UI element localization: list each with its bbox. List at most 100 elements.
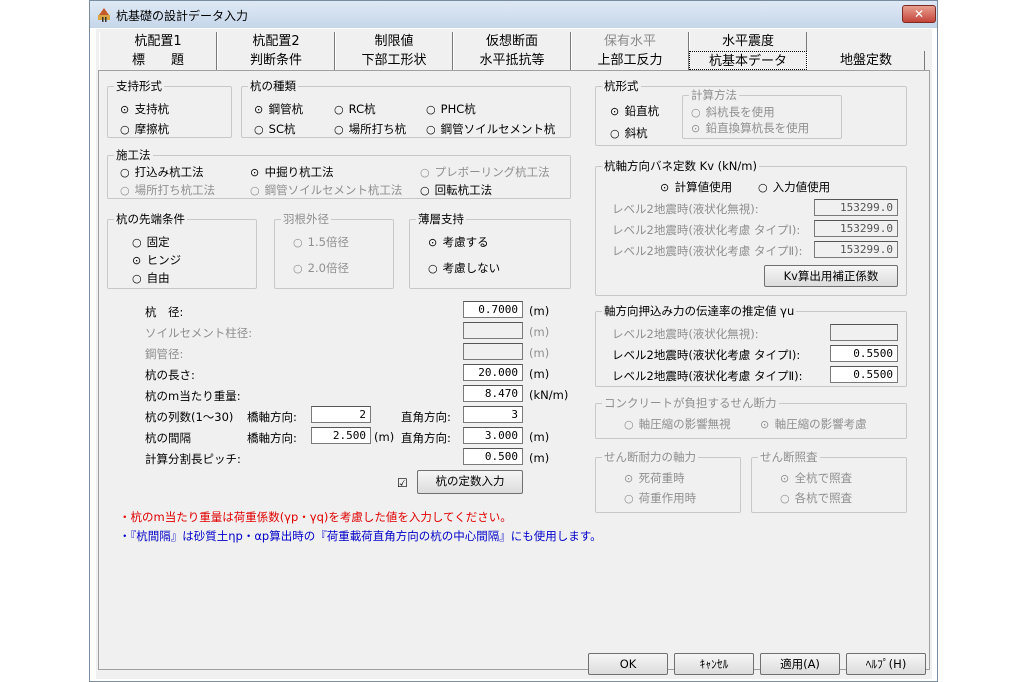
calc-method-group: 計算方法 ○ 斜杭長を使用 ⊙ 鉛直換算杭長を使用 [682,87,842,139]
calc-inclined-length[interactable]: ○ 斜杭長を使用 [691,104,775,120]
tab-virtual-section[interactable]: 仮想断面 [453,32,571,51]
spacing-bridge-label: 橋軸方向: [247,431,297,445]
check-legend: せん断照査 [758,449,820,465]
pile-constant-input-button[interactable]: 杭の定数入力 [417,470,523,494]
wing-1-5x[interactable]: ○ 1.5倍径 [293,234,349,250]
tip-hinge[interactable]: ⊙ ヒンジ [132,252,181,268]
length-input[interactable]: 20.000 [463,364,523,381]
axial-legend: せん断耐力の軸力 [602,449,698,465]
method-rotary[interactable]: ○ 回転杭工法 [420,182,492,198]
tab-limits[interactable]: 制限値 [335,32,453,51]
pitch-unit: (m) [529,451,550,465]
support-option-friction[interactable]: ○ 摩擦杭 [120,121,169,137]
gamma-level2-type2-input[interactable]: 0.5500 [830,366,898,383]
tab-pile-basic-data[interactable]: 杭基本データ [689,51,807,70]
diameter-input[interactable]: 0.7000 [463,301,523,318]
pile-type-steel[interactable]: ⊙ 鋼管杭 [254,101,303,117]
help-button[interactable]: ﾍﾙﾌﾟ(H) [846,653,926,675]
pile-type-group: 杭の種類 ⊙ 鋼管杭 ○ RC杭 ○ PHC杭 ○ SC杭 ○ 場所打ち杭 ○ … [241,78,571,138]
pile-type-steel-soil-cement[interactable]: ○ 鋼管ソイルセメント杭 [426,121,555,137]
kv-level2-type2-label: レベル2地震時(液状化考慮 タイプⅡ): [612,244,803,258]
method-group: 施工法 ○ 打込み杭工法 ⊙ 中掘り杭工法 ○ プレボーリング杭工法 ○ 場所打… [107,147,571,199]
pile-type-sc[interactable]: ○ SC杭 [254,121,296,137]
shear-ignore[interactable]: ○ 軸圧縮の影響無視 [624,416,731,432]
window-title: 杭基礎の設計データ入力 [116,9,249,23]
axial-force-group: せん断耐力の軸力 ⊙ 死荷重時 ○ 荷重作用時 [595,449,741,513]
tab-superstructure-reaction[interactable]: 上部工反力 [571,51,689,70]
tab-horizontal-seismic[interactable]: 水平震度 [689,32,807,51]
kv-level2-ignore-label: レベル2地震時(液状化無視): [612,202,759,216]
kv-correction-button[interactable]: Kv算出用補正係数 [764,265,898,287]
spacing-bridge-input[interactable]: 2.500 [311,427,371,444]
axial-dead-load[interactable]: ⊙ 死荷重時 [624,470,685,486]
gamma-level2-type1-input[interactable]: 0.5500 [830,345,898,362]
kv-level2-ignore-input[interactable]: 153299.0 [814,199,898,216]
kv-input[interactable]: ○ 入力値使用 [758,179,830,195]
rows-perp-input[interactable]: 3 [463,406,523,423]
shear-consider[interactable]: ⊙ 軸圧縮の影響考慮 [760,416,867,432]
kv-legend: 杭軸方向バネ定数 Kv (kN/m) [602,158,759,174]
tab-horizontal-resistance[interactable]: 水平抵抗等 [453,51,571,70]
steel-diameter-label: 鋼管径: [145,347,184,361]
note-spacing: ・『杭間隔』は砂質土ηp・αp算出時の『荷重載荷直角方向の杭の中心間隔』にも使用… [119,529,602,543]
tip-condition-group: 杭の先端条件 ○ 固定 ⊙ ヒンジ ○ 自由 [107,211,257,289]
tab-panel: 支持形式 ⊙ 支持杭 ○ 摩擦杭 杭の種類 ⊙ 鋼管杭 ○ RC杭 ○ PHC杭… [98,70,930,670]
soil-cement-label: ソイルセメント柱径: [145,326,253,340]
axial-load-action[interactable]: ○ 荷重作用時 [624,490,696,506]
kv-calculated[interactable]: ⊙ 計算値使用 [660,179,732,195]
thin-legend: 薄層支持 [416,211,466,227]
weight-input[interactable]: 8.470 [463,385,523,402]
gamma-level2-type1-label: レベル2地震時(液状化考慮 タイプⅠ): [612,348,801,362]
pile-const-checkbox[interactable]: ☑ [397,476,408,490]
pile-type-cast-in-place[interactable]: ○ 場所打ち杭 [334,121,406,137]
rows-label: 杭の列数(1〜30) [145,410,234,424]
length-label: 杭の長さ: [145,368,195,382]
thin-not-consider[interactable]: ○ 考慮しない [428,260,500,276]
method-preboring[interactable]: ○ プレボーリング杭工法 [420,164,550,180]
apply-button[interactable]: 適用(A) [760,653,840,675]
kv-level2-type2-input[interactable]: 153299.0 [814,241,898,258]
tab-substructure-shape[interactable]: 下部工形状 [335,51,453,70]
diameter-unit: (m) [529,304,550,318]
tab-pile-layout-1[interactable]: 杭配置1 [99,32,217,51]
method-cast-in-place[interactable]: ○ 場所打ち杭工法 [120,182,215,198]
soil-cement-input[interactable] [463,322,523,339]
tip-free[interactable]: ○ 自由 [132,270,170,286]
steel-diameter-input[interactable] [463,343,523,360]
rows-bridge-input[interactable]: 2 [311,406,371,423]
spacing-perp-label: 直角方向: [401,431,451,445]
close-button[interactable]: ✕ [902,5,936,23]
pile-type-rc[interactable]: ○ RC杭 [334,101,376,117]
method-inner-excavation[interactable]: ⊙ 中掘り杭工法 [250,164,334,180]
tab-horizontal-capacity[interactable]: 保有水平 [571,32,689,51]
method-steel-soil-cement[interactable]: ○ 鋼管ソイルセメント杭工法 [250,182,402,198]
pile-type-phc[interactable]: ○ PHC杭 [426,101,476,117]
spacing-perp-input[interactable]: 3.000 [463,427,523,444]
diameter-label: 杭 径: [145,305,184,319]
tab-criteria[interactable]: 判断条件 [217,51,335,70]
kv-level2-type1-label: レベル2地震時(液状化考慮 タイプⅠ): [612,223,801,237]
shear-check-group: せん断照査 ⊙ 全杭で照査 ○ 各杭で照査 [751,449,907,513]
tip-fixed[interactable]: ○ 固定 [132,234,170,250]
pile-form-vertical[interactable]: ⊙ 鉛直杭 [610,103,659,119]
wing-legend: 羽根外径 [281,211,331,227]
ok-button[interactable]: OK [588,653,668,675]
rows-perp-label: 直角方向: [401,410,451,424]
kv-level2-type1-input[interactable]: 153299.0 [814,220,898,237]
kv-group: 杭軸方向バネ定数 Kv (kN/m) ⊙ 計算値使用 ○ 入力値使用 レベル2地… [595,158,907,296]
cancel-button[interactable]: ｷｬﾝｾﾙ [674,653,754,675]
check-each-pile[interactable]: ○ 各杭で照査 [780,490,852,506]
thin-layer-group: 薄層支持 ⊙ 考慮する ○ 考慮しない [409,211,571,289]
tab-title[interactable]: 標 題 [99,51,217,70]
check-all-piles[interactable]: ⊙ 全杭で照査 [780,470,852,486]
method-driving[interactable]: ○ 打込み杭工法 [120,164,204,180]
pitch-input[interactable]: 0.500 [463,448,523,465]
calc-vertical-length[interactable]: ⊙ 鉛直換算杭長を使用 [691,120,809,136]
wing-2-0x[interactable]: ○ 2.0倍径 [293,260,349,276]
tab-pile-layout-2[interactable]: 杭配置2 [217,32,335,51]
gamma-level2-ignore-input[interactable] [830,324,898,341]
support-option-bearing[interactable]: ⊙ 支持杭 [120,101,169,117]
pile-form-inclined[interactable]: ○ 斜杭 [610,125,648,141]
thin-consider[interactable]: ⊙ 考慮する [428,234,489,250]
tab-ground-constants[interactable]: 地盤定数 [807,51,925,70]
